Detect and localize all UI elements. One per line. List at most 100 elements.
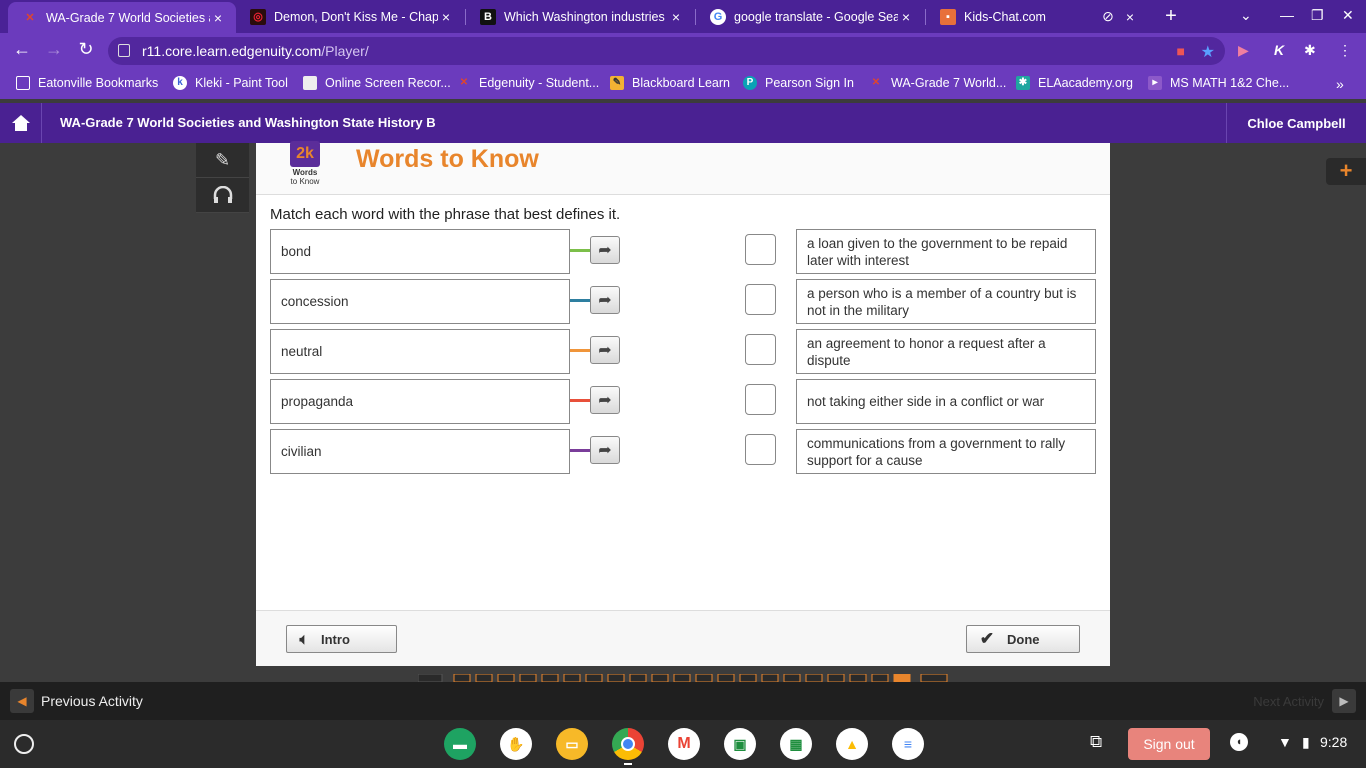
browser-tab[interactable]: G google translate - Google Sear ×: [696, 0, 924, 33]
activity-title: Words to Know: [356, 145, 539, 173]
word-tile[interactable]: civilian: [270, 429, 570, 474]
match-arrow-button[interactable]: ➦: [590, 286, 620, 314]
reload-icon[interactable]: ↻: [74, 39, 98, 60]
clock-time[interactable]: 9:28: [1320, 734, 1347, 750]
drop-target[interactable]: [745, 334, 776, 365]
bookmark-item[interactable]: ✕ Edgenuity - Student...: [457, 76, 599, 90]
headphones-icon[interactable]: [196, 178, 249, 213]
close-tab-icon[interactable]: ×: [438, 9, 454, 25]
tab-search-icon[interactable]: ⌄: [1240, 7, 1252, 24]
user-name[interactable]: Chloe Campbell: [1226, 103, 1366, 143]
mute-icon[interactable]: ⊘: [1100, 8, 1116, 25]
progress-cell[interactable]: [629, 674, 647, 682]
google-keep-icon[interactable]: ✋: [500, 728, 532, 760]
progress-cell[interactable]: [827, 674, 845, 682]
menu-icon[interactable]: ⋮: [1338, 42, 1352, 59]
match-arrow-button[interactable]: ➦: [590, 436, 620, 464]
forward-icon[interactable]: →: [42, 39, 66, 60]
browser-tab[interactable]: B Which Washington industries ×: [466, 0, 694, 33]
bookmark-star-icon[interactable]: ★: [1201, 42, 1215, 62]
google-drive-icon[interactable]: ▲: [836, 728, 868, 760]
minimize-icon[interactable]: —: [1280, 7, 1294, 23]
progress-cell[interactable]: [871, 674, 889, 682]
bookmark-item[interactable]: k Kleki - Paint Tool: [173, 76, 288, 90]
google-chat-icon[interactable]: ▬: [444, 728, 476, 760]
progress-cell[interactable]: [541, 674, 559, 682]
browser-tab[interactable]: ▪ Kids-Chat.com ⊘ ×: [926, 0, 1148, 33]
add-tool-button[interactable]: +: [1326, 158, 1366, 185]
sign-out-button[interactable]: Sign out: [1128, 728, 1210, 760]
home-button[interactable]: [0, 103, 42, 143]
gmail-icon[interactable]: M: [668, 728, 700, 760]
progress-cell[interactable]: [805, 674, 823, 682]
match-arrow-button[interactable]: ➦: [590, 236, 620, 264]
progress-cell[interactable]: [717, 674, 735, 682]
progress-cell[interactable]: [893, 674, 911, 682]
progress-cell[interactable]: [563, 674, 581, 682]
bookmark-item[interactable]: P Pearson Sign In: [743, 76, 854, 90]
word-tile[interactable]: bond: [270, 229, 570, 274]
kami-icon[interactable]: K: [1274, 42, 1284, 58]
progress-cell[interactable]: [739, 674, 757, 682]
word-tile[interactable]: neutral: [270, 329, 570, 374]
match-arrow-button[interactable]: ➦: [590, 336, 620, 364]
progress-cell[interactable]: [475, 674, 493, 682]
tote-icon[interactable]: ⧉: [1090, 732, 1102, 752]
progress-cell[interactable]: [497, 674, 515, 682]
word-tile[interactable]: concession: [270, 279, 570, 324]
progress-cell[interactable]: [761, 674, 779, 682]
drop-target[interactable]: [745, 234, 776, 265]
match-arrow-button[interactable]: ➦: [590, 386, 620, 414]
intro-button[interactable]: 🔈︎ Intro: [286, 625, 397, 653]
close-window-icon[interactable]: ✕: [1342, 7, 1354, 24]
bookmark-item[interactable]: Eatonville Bookmarks: [16, 76, 158, 90]
camera-blocked-icon[interactable]: ■: [1177, 43, 1185, 59]
drop-target[interactable]: [745, 384, 776, 415]
progress-cell[interactable]: [519, 674, 537, 682]
wifi-icon[interactable]: ▼: [1278, 734, 1292, 750]
progress-cell[interactable]: [585, 674, 603, 682]
close-tab-icon[interactable]: ×: [1122, 9, 1138, 25]
google-sheets-icon[interactable]: ▦: [780, 728, 812, 760]
google-slides-icon[interactable]: ▭: [556, 728, 588, 760]
bookmark-item[interactable]: ✱ ELAacademy.org: [1016, 76, 1133, 90]
drop-target[interactable]: [745, 284, 776, 315]
extensions-icon[interactable]: ✱: [1304, 42, 1316, 59]
screencastify-icon[interactable]: ▶: [1238, 42, 1249, 59]
bookmark-item[interactable]: ▸ MS MATH 1&2 Che...: [1148, 76, 1289, 90]
close-tab-icon[interactable]: ×: [210, 10, 226, 26]
book-icon: ◎: [250, 8, 266, 25]
progress-cell[interactable]: [849, 674, 867, 682]
bookmark-item[interactable]: ✎ Blackboard Learn: [610, 76, 730, 90]
close-tab-icon[interactable]: ×: [898, 9, 914, 25]
pencil-icon: ✎: [610, 76, 624, 90]
launcher-icon[interactable]: [14, 734, 34, 754]
pencil-icon[interactable]: ✎: [196, 143, 249, 178]
browser-tab[interactable]: ◎ Demon, Don't Kiss Me - Chapte ×: [236, 0, 464, 33]
chrome-icon[interactable]: [612, 728, 644, 760]
progress-cell[interactable]: [453, 674, 471, 682]
google-docs-icon[interactable]: ≡: [892, 728, 924, 760]
progress-cell[interactable]: [695, 674, 713, 682]
close-tab-icon[interactable]: ×: [668, 9, 684, 25]
sound-icon[interactable]: ◖: [1230, 733, 1248, 751]
progress-cell[interactable]: [673, 674, 691, 682]
progress-cell[interactable]: [651, 674, 669, 682]
address-bar[interactable]: r11.core.learn.edgenuity.com/Player/ ■ ★: [108, 37, 1225, 65]
google-classroom-icon[interactable]: ▣: [724, 728, 756, 760]
bookmark-item[interactable]: Online Screen Recor...: [303, 76, 451, 90]
drop-target[interactable]: [745, 434, 776, 465]
restore-icon[interactable]: ❐: [1311, 7, 1324, 24]
bookmark-item[interactable]: ✕ WA-Grade 7 World...: [869, 76, 1007, 90]
back-icon[interactable]: ←: [10, 39, 34, 60]
battery-icon[interactable]: ▮: [1302, 734, 1310, 751]
done-button[interactable]: ✔ Done: [966, 625, 1080, 653]
progress-cell[interactable]: [607, 674, 625, 682]
progress-cell[interactable]: [783, 674, 801, 682]
previous-activity-label[interactable]: Previous Activity: [41, 693, 143, 709]
new-tab-button[interactable]: +: [1156, 0, 1186, 33]
previous-activity-button[interactable]: ◀: [10, 689, 34, 713]
more-bookmarks-icon[interactable]: »: [1336, 76, 1344, 92]
browser-tab-active[interactable]: ✕ WA-Grade 7 World Societies ar ×: [8, 2, 236, 33]
word-tile[interactable]: propaganda: [270, 379, 570, 424]
